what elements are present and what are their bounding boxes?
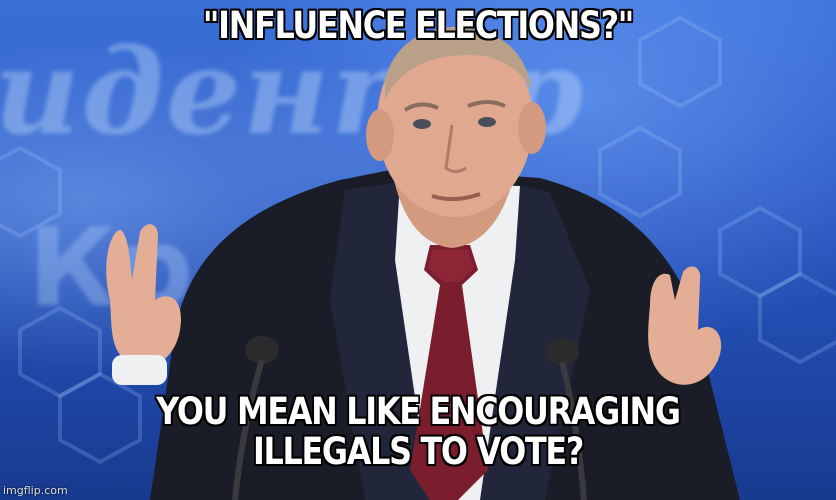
meme-image: идент.р Кр — [0, 0, 836, 500]
bottom-caption: YOU MEAN LIKE ENCOURAGING ILLEGALS TO VO… — [59, 392, 778, 472]
imgflip-watermark: imgflip.com — [3, 484, 68, 497]
bottom-caption-line-1: YOU MEAN LIKE ENCOURAGING — [156, 390, 681, 433]
right-hand — [648, 266, 722, 385]
top-caption: "INFLUENCE ELECTIONS?" — [202, 4, 634, 47]
left-hand — [106, 224, 181, 385]
bottom-caption-line-2: ILLEGALS TO VOTE? — [252, 430, 584, 473]
